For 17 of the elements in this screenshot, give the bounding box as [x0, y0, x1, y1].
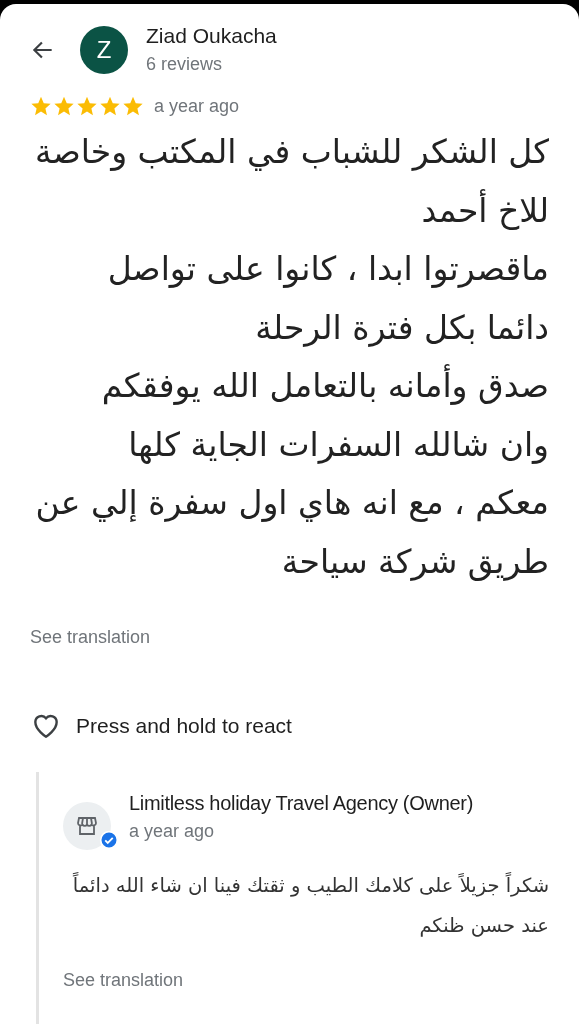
star-icon — [76, 95, 98, 117]
owner-name: Limitless holiday Travel Agency (Owner) — [129, 792, 473, 815]
star-icon — [122, 95, 144, 117]
review-time: a year ago — [154, 95, 240, 117]
star-icon — [99, 95, 121, 117]
react-button[interactable]: Press and hold to react — [30, 710, 292, 742]
review-text: كل الشكر للشباب في المكتب وخاصة للاخ أحمد ماقصرتوا ابدا ، كانوا على تواصل دائما بكل فترة الرحلة صدق وأمانه بالتعامل الله يوفقكم وان شالله السفرات الجاية كلها معكم ، مع انه هاي اول سفرة إلي عن طريق شركة سياحة — [34, 131, 550, 583]
star-icon — [53, 95, 75, 117]
store-icon — [75, 814, 99, 838]
reviewer-name[interactable]: Ziad Oukacha — [146, 24, 277, 48]
see-translation-link[interactable]: See translation — [30, 627, 151, 648]
see-translation-link[interactable]: See translation — [63, 970, 184, 991]
reply-text: شكراً جزيلاً على كلامك الطيب و ثقتك فينا ان شاء الله دائماً عند حسن ظنكم — [71, 871, 549, 939]
avatar[interactable]: Z — [80, 25, 128, 74]
star-icon — [30, 95, 52, 117]
reply-time: a year ago — [129, 821, 216, 842]
review-count: 6 reviews — [146, 54, 224, 75]
